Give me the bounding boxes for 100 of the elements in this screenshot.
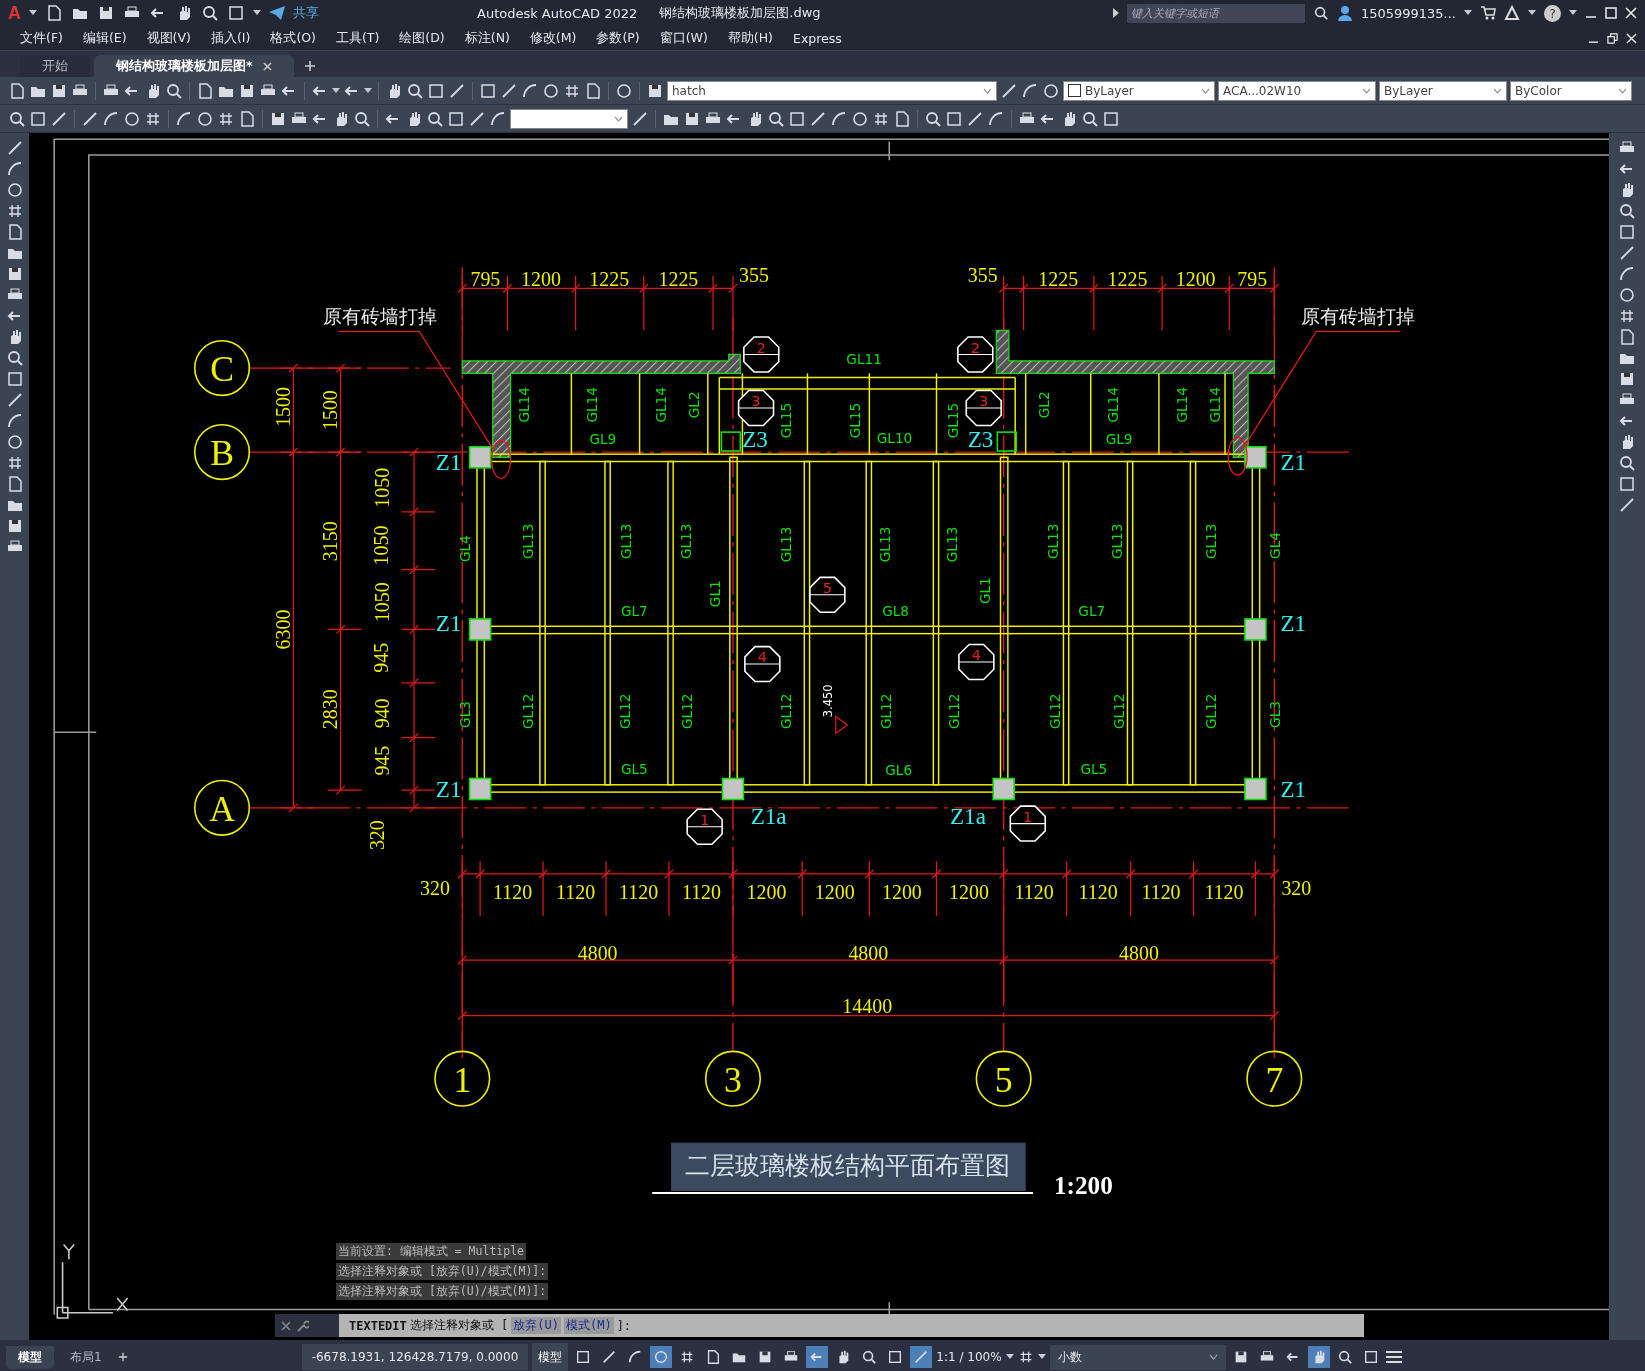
caret-icon[interactable] — [253, 10, 261, 16]
square-icon[interactable] — [1618, 475, 1636, 493]
close-icon[interactable] — [262, 61, 272, 71]
line-icon[interactable] — [809, 109, 827, 128]
circle-icon[interactable] — [123, 109, 141, 128]
expand-arrow-icon[interactable] — [1112, 8, 1119, 18]
search-field[interactable]: 键入关键字或短语 — [1126, 3, 1305, 23]
magnifier-icon[interactable] — [1081, 109, 1099, 128]
magnifier-icon[interactable] — [5, 349, 24, 367]
paper-plane-icon[interactable] — [269, 6, 285, 20]
menu-item[interactable]: 帮助(H) — [717, 29, 783, 47]
magnifier-icon[interactable] — [1618, 454, 1636, 472]
document-tab[interactable]: 钢结构玻璃楼板加层图* — [94, 55, 294, 77]
caret-icon[interactable] — [1005, 1354, 1014, 1360]
line-icon[interactable] — [966, 109, 984, 128]
circle-icon[interactable] — [1042, 81, 1060, 100]
caret-icon[interactable] — [1037, 1354, 1046, 1360]
page-icon[interactable] — [8, 81, 26, 100]
magnifier-icon[interactable] — [767, 109, 785, 128]
arc-icon[interactable] — [830, 109, 848, 128]
menu-item[interactable]: 绘图(D) — [389, 29, 455, 47]
arc-icon[interactable] — [1021, 81, 1039, 100]
page-icon[interactable] — [893, 109, 911, 128]
caret-icon[interactable] — [332, 87, 340, 94]
dimension-style-dropdown[interactable] — [510, 108, 628, 129]
magnifier-icon[interactable] — [406, 81, 424, 100]
arc-icon[interactable] — [5, 160, 24, 178]
circle-icon[interactable] — [851, 109, 869, 128]
magnifier-icon[interactable] — [924, 109, 942, 128]
arc-icon[interactable] — [5, 412, 24, 430]
line-icon[interactable] — [1618, 496, 1636, 514]
square-icon[interactable] — [447, 109, 465, 128]
user-icon[interactable] — [1336, 5, 1353, 21]
circle-icon[interactable] — [5, 433, 24, 451]
arc-icon[interactable] — [175, 109, 193, 128]
chevron-icon[interactable] — [1201, 87, 1210, 94]
magnifier-icon[interactable] — [426, 109, 444, 128]
line-icon[interactable] — [1000, 81, 1018, 100]
magnifier-icon[interactable] — [353, 109, 371, 128]
line-icon[interactable] — [468, 109, 486, 128]
chevron-icon[interactable] — [1208, 1354, 1218, 1360]
arc-icon[interactable] — [521, 81, 539, 100]
cart-icon[interactable] — [1480, 5, 1496, 21]
plot-style-dropdown[interactable]: ByColor — [1510, 80, 1632, 101]
page-icon[interactable] — [45, 4, 63, 22]
circle-icon[interactable] — [5, 181, 24, 199]
page-icon[interactable] — [238, 109, 256, 128]
menu-item[interactable]: 编辑(E) — [72, 29, 137, 47]
chevron-icon[interactable] — [1493, 87, 1502, 94]
menu-item[interactable]: 文件(F) — [10, 29, 73, 47]
maximize-icon[interactable] — [1605, 7, 1617, 19]
page-icon[interactable] — [1618, 328, 1636, 346]
grid-icon[interactable] — [1618, 307, 1636, 325]
circle-icon[interactable] — [615, 81, 633, 100]
square-icon[interactable] — [788, 109, 806, 128]
share-button[interactable]: 共享 — [293, 4, 319, 22]
wrench-icon[interactable] — [297, 1319, 309, 1332]
circle-icon[interactable] — [1618, 286, 1636, 304]
layer-dropdown[interactable]: hatch — [667, 80, 997, 101]
square-icon[interactable] — [427, 81, 445, 100]
command-option[interactable]: 放弃(U) — [511, 1317, 561, 1334]
command-option[interactable]: 模式(M) — [563, 1317, 614, 1334]
plus-icon[interactable] — [303, 60, 316, 72]
arc-icon[interactable] — [489, 109, 507, 128]
arc-icon[interactable] — [1618, 265, 1636, 283]
chevron-icon[interactable] — [1362, 87, 1371, 94]
caret-icon[interactable] — [1464, 10, 1472, 16]
restore-icon[interactable] — [1607, 32, 1619, 44]
menu-item[interactable]: 修改(M) — [519, 29, 587, 47]
caret-icon[interactable] — [29, 10, 37, 16]
layout-tab[interactable]: 模型 — [6, 1345, 54, 1369]
line-icon[interactable] — [50, 109, 68, 128]
plus-icon[interactable] — [117, 1352, 128, 1362]
caret-icon[interactable] — [1569, 10, 1577, 16]
line-icon[interactable] — [448, 81, 466, 100]
caret-icon[interactable] — [1528, 10, 1536, 16]
menu-item[interactable]: 参数(P) — [586, 29, 650, 47]
document-tab[interactable]: 开始 — [20, 55, 90, 77]
line-icon[interactable] — [81, 109, 99, 128]
line-icon[interactable] — [631, 109, 649, 128]
annotation-scale[interactable]: 1:1 / 100% — [936, 1350, 1002, 1364]
magnifier-icon[interactable] — [1618, 202, 1636, 220]
model-space-button[interactable]: 模型 — [532, 1342, 569, 1371]
arc-icon[interactable] — [987, 109, 1005, 128]
color-dropdown[interactable]: ByLayer — [1063, 80, 1215, 101]
menu-item[interactable]: 工具(T) — [325, 29, 390, 47]
menu-item[interactable]: 标注(N) — [454, 29, 520, 47]
chevron-icon[interactable] — [1618, 87, 1627, 94]
caret-icon[interactable] — [364, 87, 372, 94]
square-icon[interactable] — [479, 81, 497, 100]
linetype-dropdown[interactable]: ACA...02W10 — [1218, 80, 1376, 101]
units-dropdown[interactable]: 小数 — [1049, 1344, 1226, 1370]
line-icon[interactable] — [500, 81, 518, 100]
square-icon[interactable] — [1102, 109, 1120, 128]
arc-icon[interactable] — [102, 109, 120, 128]
square-icon[interactable] — [945, 109, 963, 128]
help-icon[interactable]: ? — [1544, 4, 1561, 22]
user-name[interactable]: 1505999135... — [1360, 5, 1456, 21]
circle-icon[interactable] — [196, 109, 214, 128]
menu-item[interactable]: 格式(O) — [260, 29, 326, 47]
